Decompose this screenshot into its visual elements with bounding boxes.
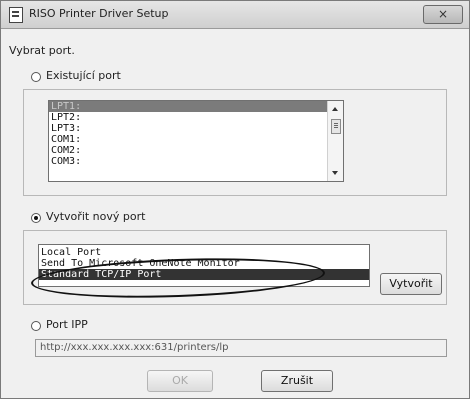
ipp-url-field[interactable]: http://xxx.xxx.xxx.xxx:631/printers/lp bbox=[35, 339, 447, 357]
new-port-label: Vytvořit nový port bbox=[46, 210, 146, 223]
existing-port-list-item[interactable]: COM1: bbox=[49, 134, 343, 145]
close-button[interactable]: × bbox=[423, 5, 463, 24]
existing-port-label: Existující port bbox=[46, 69, 121, 82]
setup-window: RISO Printer Driver Setup × Vybrat port.… bbox=[0, 0, 470, 399]
window-title: RISO Printer Driver Setup bbox=[29, 7, 169, 20]
scroll-up-arrow-icon[interactable] bbox=[332, 107, 338, 111]
create-port-button[interactable]: Vytvořit bbox=[380, 273, 442, 295]
existing-port-list-item[interactable]: COM2: bbox=[49, 145, 343, 156]
port-prompt: Vybrat port. bbox=[9, 44, 75, 57]
existing-port-scrollbar[interactable] bbox=[327, 101, 343, 181]
cancel-button[interactable]: Zrušit bbox=[261, 370, 333, 392]
existing-port-list-item[interactable]: LPT2: bbox=[49, 112, 343, 123]
title-bar[interactable]: RISO Printer Driver Setup × bbox=[1, 1, 469, 29]
existing-port-list-item[interactable]: LPT1: bbox=[49, 101, 343, 112]
new-port-radio[interactable] bbox=[31, 213, 41, 223]
ipp-port-radio[interactable] bbox=[31, 321, 41, 331]
existing-port-list[interactable]: LPT1: LPT2: LPT3: COM1: COM2: COM3: bbox=[48, 100, 344, 182]
app-icon bbox=[9, 7, 23, 23]
ok-button[interactable]: OK bbox=[147, 370, 213, 392]
existing-port-radio[interactable] bbox=[31, 72, 41, 82]
existing-port-group: LPT1: LPT2: LPT3: COM1: COM2: COM3: bbox=[23, 89, 447, 196]
scroll-down-arrow-icon[interactable] bbox=[332, 171, 338, 175]
ipp-port-label: Port IPP bbox=[46, 318, 88, 331]
scroll-thumb[interactable] bbox=[331, 119, 341, 134]
existing-port-list-item[interactable]: COM3: bbox=[49, 156, 343, 167]
new-port-list-item[interactable]: Local Port bbox=[39, 247, 369, 258]
existing-port-list-item[interactable]: LPT3: bbox=[49, 123, 343, 134]
